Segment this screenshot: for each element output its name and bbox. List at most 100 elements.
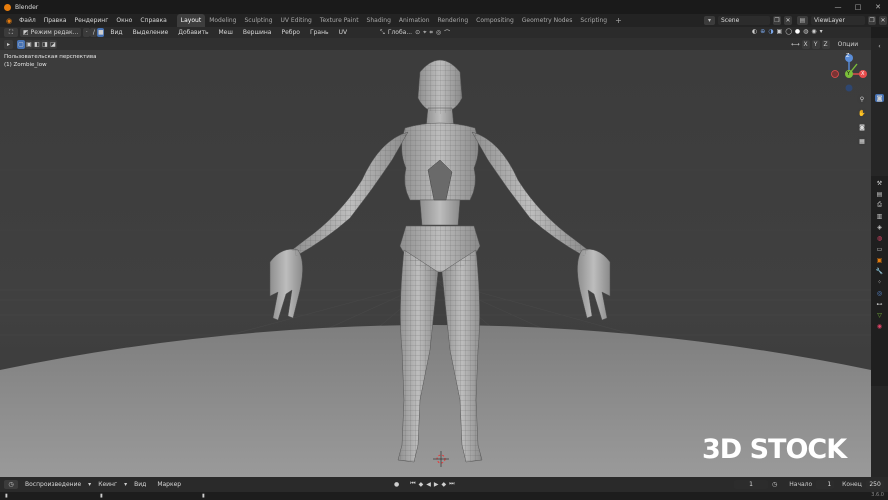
- physics-icon[interactable]: ◎: [875, 289, 884, 297]
- edge-select-icon[interactable]: /: [90, 28, 98, 37]
- pan-hand-icon[interactable]: ✋: [857, 108, 867, 118]
- playback-dropdown-icon[interactable]: ▾: [88, 481, 91, 488]
- zoom-icon[interactable]: ⚲: [857, 94, 867, 104]
- playback-controls: ● ⏮ ◆ ◀ ▶ ◆ ⏭: [394, 480, 455, 488]
- ortho-toggle-icon[interactable]: ▦: [857, 136, 867, 146]
- active-tool-icon[interactable]: ▸: [4, 39, 13, 49]
- editor-type-icon[interactable]: ⛶: [4, 28, 18, 37]
- collection-icon[interactable]: ▭: [875, 245, 884, 253]
- output-icon[interactable]: ⎙: [875, 201, 884, 209]
- minimize-icon[interactable]: —: [828, 0, 848, 14]
- constraints-icon[interactable]: ⊷: [875, 300, 884, 308]
- subtract-selection-icon[interactable]: ◧: [33, 39, 41, 49]
- gizmo-toggle-icon[interactable]: ⊕: [760, 28, 765, 35]
- blender-logo-icon: [4, 3, 11, 11]
- view-layer-copy-icon[interactable]: ❐: [868, 16, 876, 25]
- mirror-x-toggle[interactable]: X: [801, 40, 810, 49]
- camera-view-icon[interactable]: ◙: [857, 122, 867, 132]
- next-keyframe-icon[interactable]: ◆: [442, 481, 447, 488]
- falloff-icon[interactable]: ⌒: [444, 28, 450, 37]
- gizmo-z-label: Z: [846, 53, 850, 59]
- intersect-selection-icon[interactable]: ◪: [49, 39, 57, 49]
- start-frame-field[interactable]: 1: [816, 480, 835, 489]
- view-layer-field[interactable]: ViewLayer: [811, 16, 865, 25]
- shading-options-icon[interactable]: ▾: [820, 28, 823, 35]
- end-frame-field[interactable]: 250: [865, 480, 884, 489]
- scene-name-field[interactable]: Scene: [718, 16, 770, 25]
- visibility-icon[interactable]: ◐: [752, 28, 757, 35]
- menu-edit[interactable]: Правка: [40, 14, 71, 27]
- add-workspace-button[interactable]: +: [611, 14, 626, 27]
- snap-target-icon[interactable]: ⌗: [430, 29, 433, 37]
- scene-selector: ▾ Scene ❐ ✕: [704, 16, 792, 25]
- marker-menu[interactable]: Маркер: [153, 478, 185, 491]
- keying-dropdown-icon[interactable]: ▾: [124, 481, 127, 488]
- proportional-edit-icon[interactable]: ◎: [436, 29, 441, 36]
- material-icon[interactable]: ◉: [875, 322, 884, 330]
- snap-icon[interactable]: ⌖: [423, 29, 426, 37]
- vertex-select-icon[interactable]: ·: [83, 28, 91, 37]
- xray-toggle-icon[interactable]: ▣: [777, 28, 783, 35]
- menu-file[interactable]: Файл: [15, 14, 40, 27]
- material-shading-icon[interactable]: ◍: [803, 28, 808, 35]
- camera-icon[interactable]: ◙: [875, 94, 884, 102]
- world-icon[interactable]: ◍: [875, 234, 884, 242]
- tab-compositing[interactable]: Compositing: [472, 14, 518, 27]
- overlay-toggle-icon[interactable]: ◑: [768, 28, 773, 35]
- rendered-shading-icon[interactable]: ◉: [811, 28, 816, 35]
- jump-start-icon[interactable]: ⏮: [410, 480, 415, 488]
- tab-animation[interactable]: Animation: [395, 14, 434, 27]
- mode-selector[interactable]: ◩ Режим редак...: [20, 28, 82, 37]
- perspective-label: Пользовательская перспектива: [4, 54, 97, 60]
- transform-orientation-label[interactable]: Глоба...: [388, 29, 412, 36]
- blender-menu-icon[interactable]: ◉: [3, 17, 15, 25]
- play-icon[interactable]: ▶: [434, 481, 439, 488]
- mirror-z-toggle[interactable]: Z: [821, 40, 830, 49]
- mirror-y-toggle[interactable]: Y: [811, 40, 820, 49]
- playback-menu[interactable]: Воспроизведение: [21, 478, 85, 491]
- object-data-icon[interactable]: ▽: [875, 311, 884, 319]
- mouse-menu-icon: ▮: [202, 493, 205, 499]
- select-mode-group: · / ■: [83, 28, 105, 37]
- transform-orientation-icon[interactable]: ⤡: [380, 29, 385, 37]
- solid-shading-icon[interactable]: ●: [795, 28, 800, 35]
- play-reverse-icon[interactable]: ◀: [426, 481, 431, 488]
- camera-clock-icon[interactable]: ◷: [772, 481, 777, 488]
- face-select-icon[interactable]: ■: [97, 28, 105, 37]
- view-layer-delete-icon[interactable]: ✕: [879, 16, 887, 25]
- view-layer-props-icon[interactable]: ▥: [875, 212, 884, 220]
- view-layer-icon[interactable]: ▤: [797, 16, 808, 25]
- tab-geometry-nodes[interactable]: Geometry Nodes: [518, 14, 577, 27]
- maximize-icon[interactable]: □: [848, 0, 868, 14]
- record-icon[interactable]: ●: [394, 481, 399, 488]
- difference-selection-icon[interactable]: ◨: [41, 39, 49, 49]
- render-icon[interactable]: ▤: [875, 190, 884, 198]
- options-button[interactable]: Опции: [838, 41, 859, 48]
- tab-shading[interactable]: Shading: [363, 14, 395, 27]
- scene-icon[interactable]: ▾: [704, 16, 715, 25]
- timeline-header: ◷ Воспроизведение ▾ Кеинг ▾ Вид Маркер ●…: [0, 477, 888, 492]
- scene-props-icon[interactable]: ◈: [875, 223, 884, 231]
- particles-icon[interactable]: ⁘: [875, 278, 884, 286]
- current-frame-field[interactable]: 1: [734, 480, 768, 489]
- timeline-editor-icon[interactable]: ◷: [4, 480, 18, 489]
- set-selection-icon[interactable]: ▢: [17, 39, 25, 49]
- modifier-icon[interactable]: 🔧: [875, 267, 884, 275]
- 3d-viewport[interactable]: Пользовательская перспектива (1) Zombie_…: [0, 50, 871, 477]
- object-icon[interactable]: ▣: [875, 256, 884, 264]
- timeline-view-menu[interactable]: Вид: [130, 478, 150, 491]
- header-collapse-icon[interactable]: ‹: [875, 42, 884, 50]
- prev-keyframe-icon[interactable]: ◆: [419, 481, 424, 488]
- tool-icon[interactable]: ⚒: [875, 179, 884, 187]
- navigation-gizmo[interactable]: Z X Y: [829, 52, 869, 92]
- scene-delete-icon[interactable]: ✕: [784, 16, 792, 25]
- wireframe-shading-icon[interactable]: ◯: [785, 28, 792, 35]
- extend-selection-icon[interactable]: ▣: [25, 39, 33, 49]
- keying-menu[interactable]: Кеинг: [94, 478, 121, 491]
- tab-scripting[interactable]: Scripting: [576, 14, 611, 27]
- pivot-icon[interactable]: ⊙: [415, 29, 420, 36]
- jump-end-icon[interactable]: ⏭: [449, 480, 454, 488]
- close-icon[interactable]: ✕: [868, 0, 888, 14]
- scene-copy-icon[interactable]: ❐: [773, 16, 781, 25]
- tab-rendering[interactable]: Rendering: [434, 14, 473, 27]
